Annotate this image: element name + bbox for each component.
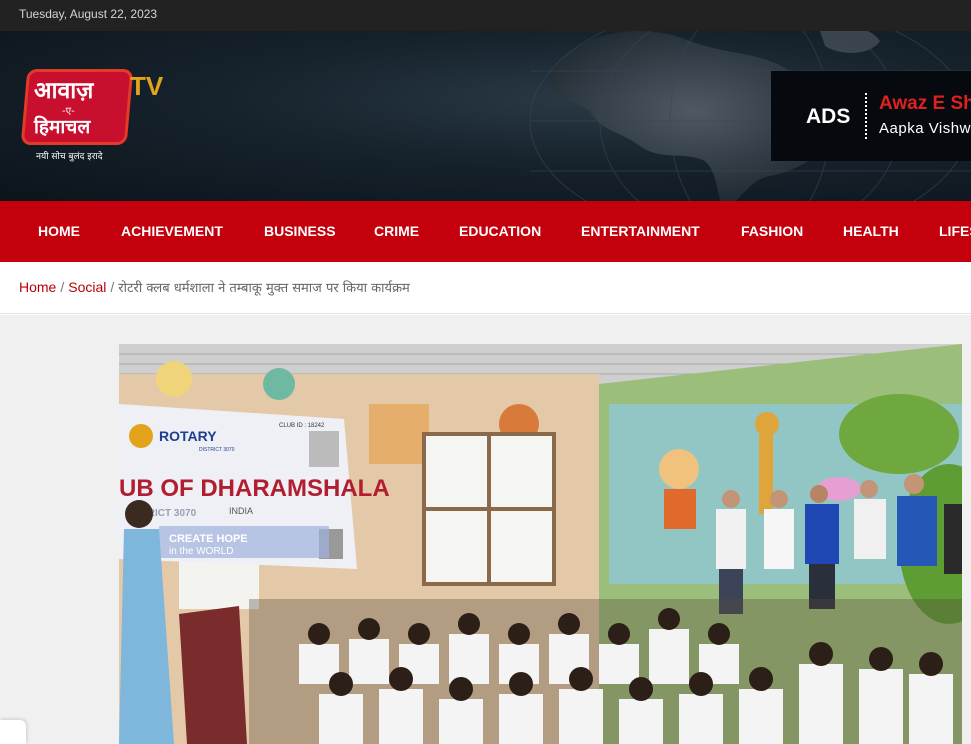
logo-text-line3: हिमाचल: [34, 116, 91, 138]
banner-brand: ROTARY: [159, 428, 217, 444]
nav-item-fashion[interactable]: FASHION: [741, 223, 803, 239]
current-date: Tuesday, August 22, 2023: [19, 7, 158, 21]
ad-title: Awaz E Sh: [879, 93, 971, 114]
breadcrumb-current-page: रोटरी क्लब धर्मशाला ने तम्बाकू मुक्त समा…: [118, 281, 410, 296]
breadcrumb-category-link[interactable]: Social: [68, 279, 106, 295]
nav-item-business[interactable]: BUSINESS: [264, 223, 336, 239]
banner-club-name: UB OF DHARAMSHALA: [119, 475, 390, 502]
logo-tv: TV: [130, 71, 164, 101]
banner-slogan-2: in the WORLD: [169, 546, 233, 557]
banner-slogan-1: CREATE HOPE: [169, 533, 248, 545]
top-bar: Tuesday, August 22, 2023: [0, 0, 971, 31]
nav-item-lifestyle[interactable]: LIFES: [939, 223, 971, 239]
banner-district-small: DISTRICT 3070: [199, 447, 235, 453]
scroll-corner-widget[interactable]: [0, 720, 26, 744]
site-logo[interactable]: आवाज़ -ए- हिमाचल TV नयी सोच बुलंद इरादे: [20, 69, 182, 169]
ad-subtitle: Aapka Vishw: [879, 120, 971, 137]
site-header: आवाज़ -ए- हिमाचल TV नयी सोच बुलंद इरादे …: [0, 31, 971, 201]
nav-item-crime[interactable]: CRIME: [374, 223, 419, 239]
nav-item-education[interactable]: EDUCATION: [459, 223, 541, 239]
nav-item-entertainment[interactable]: ENTERTAINMENT: [581, 223, 700, 239]
breadcrumb-separator: /: [110, 279, 115, 295]
breadcrumb-separator: /: [60, 279, 65, 295]
breadcrumb: Home / Social / रोटरी क्लब धर्मशाला ने तम्बा…: [0, 262, 971, 314]
classroom-photo: ROTARY DISTRICT 3070 CLUB ID : 18242 UB …: [119, 344, 962, 744]
ad-divider: [865, 93, 867, 139]
logo-tagline: नयी सोच बुलंद इरादे: [36, 152, 103, 162]
banner-club-id: CLUB ID : 18242: [279, 423, 325, 429]
main-navigation: HOME ACHIEVEMENT BUSINESS CRIME EDUCATIO…: [0, 201, 971, 262]
banner-country: INDIA: [229, 506, 253, 516]
nav-item-health[interactable]: HEALTH: [843, 223, 899, 239]
nav-item-achievement[interactable]: ACHIEVEMENT: [121, 223, 223, 239]
ad-label: ADS: [806, 105, 851, 128]
article-content-area: ROTARY DISTRICT 3070 CLUB ID : 18242 UB …: [0, 315, 971, 744]
breadcrumb-home-link[interactable]: Home: [19, 279, 56, 295]
header-ad-banner[interactable]: ADS Awaz E Sh Aapka Vishw: [771, 71, 971, 161]
article-featured-image[interactable]: ROTARY DISTRICT 3070 CLUB ID : 18242 UB …: [119, 344, 962, 744]
logo-text-line1: आवाज़: [34, 78, 94, 104]
nav-item-home[interactable]: HOME: [38, 223, 80, 239]
